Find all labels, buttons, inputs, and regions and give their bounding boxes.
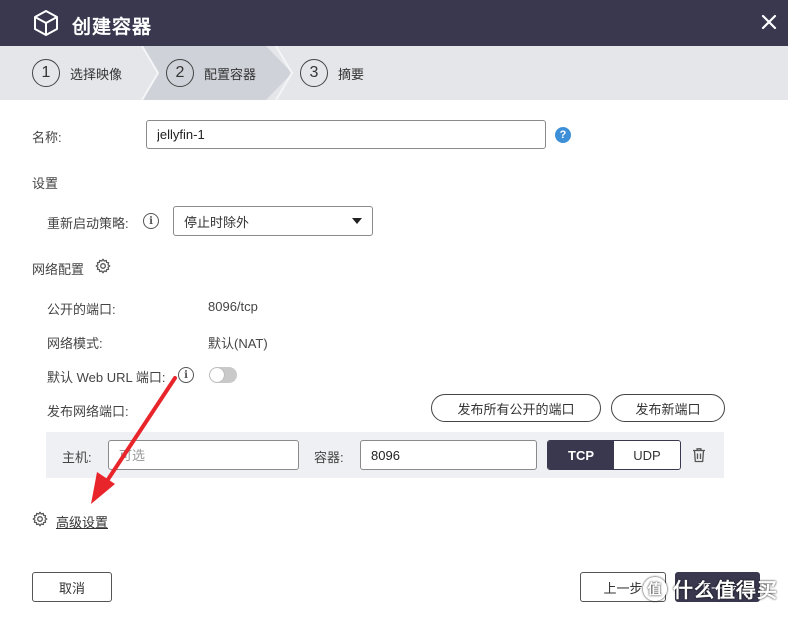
step-number: 3 [300, 59, 328, 87]
container-port-label: 容器: [314, 450, 344, 465]
step-summary: 3 摘要 [300, 46, 364, 100]
network-mode-value: 默认(NAT) [208, 336, 268, 351]
step-label: 配置容器 [204, 66, 257, 82]
container-port-input[interactable] [360, 440, 537, 470]
step-separator-icon [275, 46, 294, 100]
step-label: 选择映像 [70, 66, 123, 82]
dialog-titlebar: 创建容器 [0, 0, 788, 46]
step-select-image: 1 选择映像 [32, 46, 122, 100]
settings-heading: 设置 [32, 176, 59, 191]
protocol-toggle: TCP UDP [547, 440, 681, 470]
caret-down-icon [352, 218, 362, 224]
gear-icon[interactable] [95, 258, 111, 274]
web-url-port-toggle[interactable] [209, 367, 237, 383]
annotation-arrow-icon [91, 376, 177, 504]
help-icon[interactable]: ? [555, 127, 571, 143]
cube-icon [34, 10, 58, 36]
restart-policy-value: 停止时除外 [184, 214, 250, 230]
publish-new-port-button[interactable]: 发布新端口 [611, 394, 725, 422]
dialog-title: 创建容器 [72, 17, 153, 38]
restart-policy-label: 重新启动策略: [47, 216, 129, 231]
udp-option[interactable]: UDP [614, 441, 680, 469]
restart-policy-select[interactable]: 停止时除外 [173, 206, 373, 236]
exposed-ports-value: 8096/tcp [208, 299, 258, 314]
name-input[interactable] [146, 120, 546, 149]
step-separator-icon [141, 46, 160, 100]
step-label: 摘要 [338, 66, 365, 82]
advanced-settings-link[interactable]: 高级设置 [56, 512, 108, 531]
trash-icon[interactable] [690, 446, 708, 464]
network-mode-label: 网络模式: [47, 336, 103, 351]
exposed-ports-label: 公开的端口: [47, 302, 116, 317]
watermark-text: 什么值得买 [673, 580, 778, 602]
watermark: 值 什么值得买 [643, 574, 778, 603]
info-icon[interactable]: i [143, 213, 159, 229]
close-icon[interactable] [760, 13, 778, 31]
step-number: 1 [32, 59, 60, 87]
watermark-logo: 值 [643, 576, 667, 601]
cancel-button[interactable]: 取消 [32, 572, 112, 602]
publish-all-ports-button[interactable]: 发布所有公开的端口 [431, 394, 601, 422]
gear-icon [32, 511, 48, 527]
tcp-option[interactable]: TCP [548, 441, 614, 469]
step-number: 2 [166, 59, 194, 87]
network-heading: 网络配置 [32, 262, 85, 277]
name-label: 名称: [32, 130, 62, 145]
step-configure-container: 2 配置容器 [166, 46, 256, 100]
